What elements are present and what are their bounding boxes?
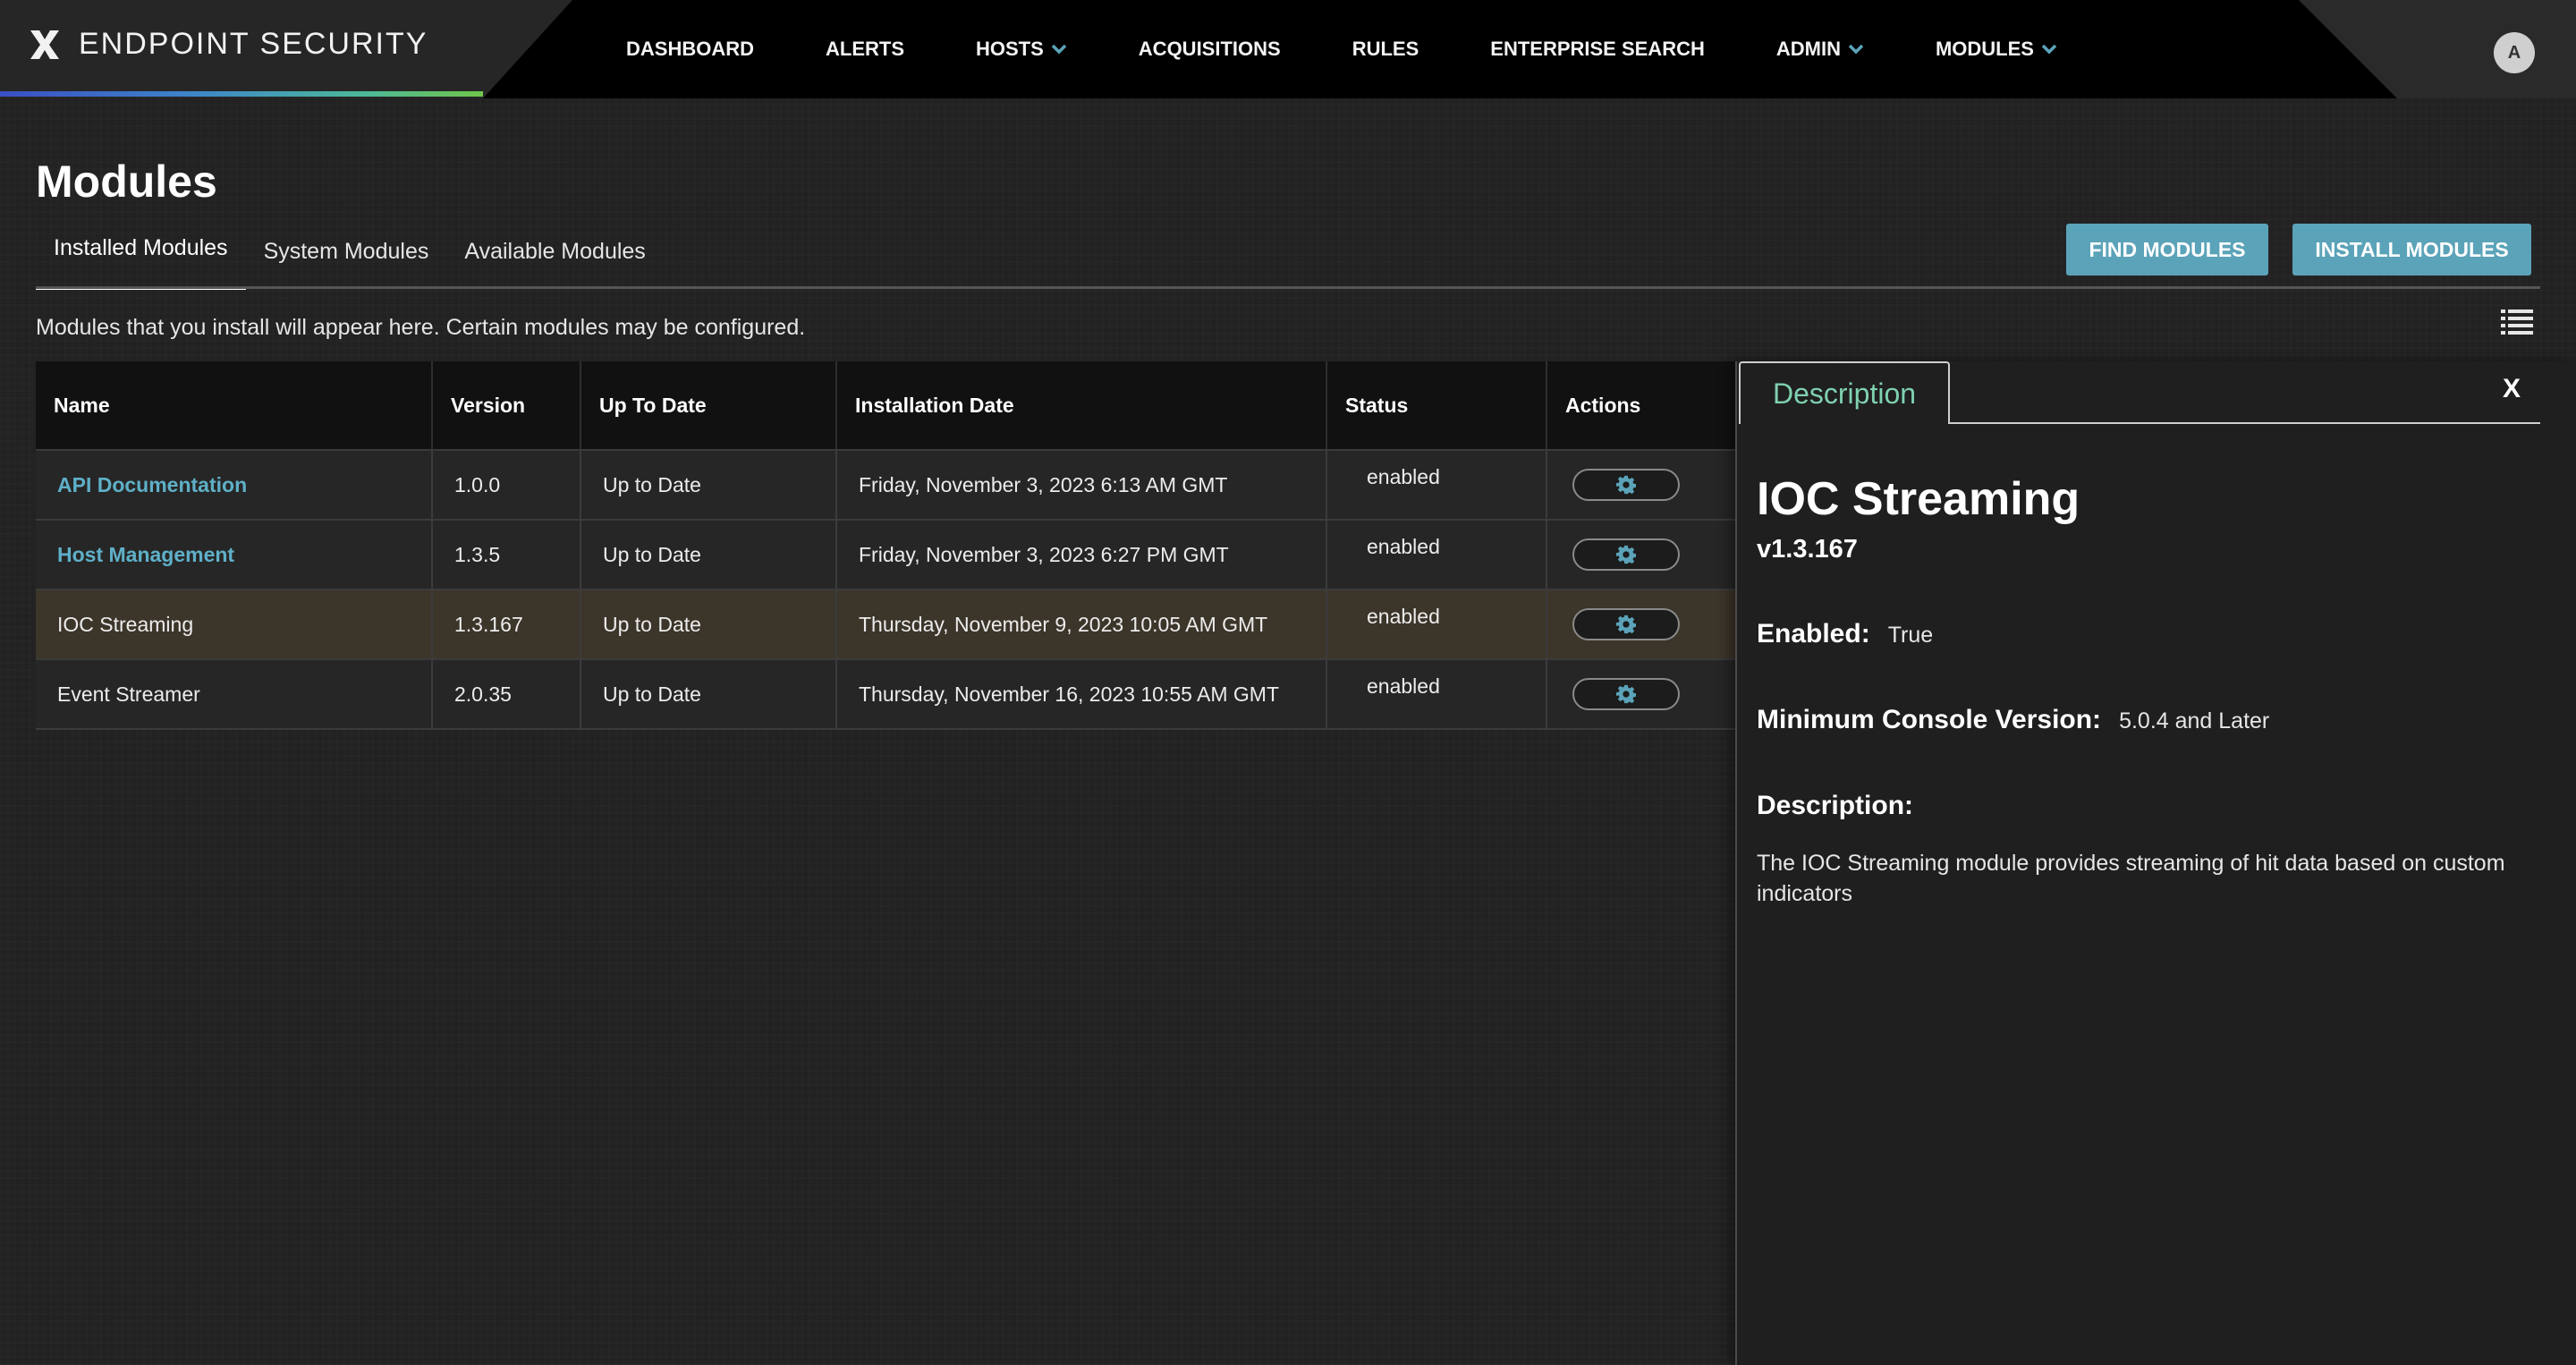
module-version: 1.3.5 [433, 521, 581, 589]
table-row[interactable]: Event Streamer 2.0.35 Up to Date Thursda… [36, 660, 1735, 730]
description-panel: Description X IOC Streaming v1.3.167 Ena… [1735, 361, 2576, 1365]
module-status: enabled [1327, 660, 1547, 728]
module-actions [1547, 590, 1735, 658]
module-installation-date: Thursday, November 9, 2023 10:05 AM GMT [837, 590, 1327, 658]
module-name-link[interactable]: Host Management [36, 521, 433, 589]
module-settings-button[interactable] [1572, 469, 1680, 501]
min-console-version-value: 5.0.4 and Later [2119, 708, 2270, 733]
module-settings-button[interactable] [1572, 538, 1680, 571]
nav-alerts[interactable]: ALERTS [826, 38, 904, 61]
x-logo-icon[interactable] [27, 27, 63, 63]
enabled-value: True [1887, 623, 1934, 648]
nav-modules[interactable]: MODULES [1936, 38, 2057, 61]
brand-title[interactable]: ENDPOINT SECURITY [79, 27, 428, 62]
module-version: 1.3.167 [433, 590, 581, 658]
close-panel-button[interactable]: X [2503, 374, 2521, 404]
min-console-version-field: Minimum Console Version: 5.0.4 and Later [1757, 705, 2269, 735]
tab-installed-modules[interactable]: Installed Modules [36, 235, 246, 290]
nav-label: DASHBOARD [626, 38, 754, 60]
install-modules-button[interactable]: INSTALL MODULES [2292, 224, 2531, 276]
module-actions [1547, 451, 1735, 519]
nav-label: ENTERPRISE SEARCH [1490, 38, 1705, 60]
table-header: Name Version Up To Date Installation Dat… [36, 361, 1735, 451]
module-up-to-date: Up to Date [581, 521, 837, 589]
gear-icon [1616, 684, 1636, 704]
module-settings-button[interactable] [1572, 608, 1680, 640]
column-header-version[interactable]: Version [433, 361, 581, 449]
gear-icon [1616, 475, 1636, 495]
module-status: enabled [1327, 521, 1547, 589]
module-up-to-date: Up to Date [581, 590, 837, 658]
nav-label: ACQUISITIONS [1138, 38, 1281, 60]
module-name[interactable]: IOC Streaming [36, 590, 433, 658]
panel-tab-divider [1950, 422, 2540, 424]
tab-system-modules[interactable]: System Modules [246, 239, 447, 290]
nav-label: MODULES [1935, 38, 2034, 60]
avatar[interactable]: A [2494, 32, 2535, 73]
module-detail-version: v1.3.167 [1757, 535, 1858, 564]
nav-acquisitions[interactable]: ACQUISITIONS [1139, 38, 1281, 61]
module-name-link[interactable]: API Documentation [36, 451, 433, 519]
enabled-label: Enabled: [1757, 619, 1870, 649]
chevron-down-icon [2041, 44, 2057, 55]
description-text: The IOC Streaming module provides stream… [1757, 851, 2505, 906]
module-status: enabled [1327, 590, 1547, 658]
module-installation-date: Thursday, November 16, 2023 10:55 AM GMT [837, 660, 1327, 728]
module-up-to-date: Up to Date [581, 451, 837, 519]
modules-table: Name Version Up To Date Installation Dat… [36, 361, 1735, 730]
column-header-actions: Actions [1565, 393, 1641, 417]
module-status: enabled [1327, 451, 1547, 519]
module-installation-date: Friday, November 3, 2023 6:27 PM GMT [837, 521, 1327, 589]
nav-label: ADMIN [1775, 38, 1841, 60]
find-modules-button[interactable]: FIND MODULES [2066, 224, 2268, 276]
module-actions [1547, 660, 1735, 728]
page-subtitle: Modules that you install will appear her… [36, 315, 806, 340]
gear-icon [1616, 545, 1636, 564]
module-version: 1.0.0 [433, 451, 581, 519]
nav-hosts[interactable]: HOSTS [976, 38, 1067, 61]
tabs-divider [36, 286, 2540, 289]
nav-label: RULES [1352, 38, 1419, 60]
table-row[interactable]: API Documentation 1.0.0 Up to Date Frida… [36, 451, 1735, 521]
brand-gradient-stripe [0, 91, 483, 97]
module-up-to-date: Up to Date [581, 660, 837, 728]
nav-admin[interactable]: ADMIN [1776, 38, 1864, 61]
top-navigation-bar: ENDPOINT SECURITY DASHBOARD ALERTS HOSTS… [0, 0, 2576, 98]
chevron-down-icon [1051, 44, 1067, 55]
module-tabs: Installed Modules System Modules Availab… [36, 225, 664, 290]
column-header-status[interactable]: Status [1327, 361, 1547, 449]
module-settings-button[interactable] [1572, 678, 1680, 710]
module-name[interactable]: Event Streamer [36, 660, 433, 728]
gear-icon [1616, 615, 1636, 634]
enabled-field: Enabled: True [1757, 619, 1933, 649]
list-view-icon[interactable] [2501, 308, 2533, 336]
module-actions [1547, 521, 1735, 589]
page-title: Modules [36, 157, 217, 207]
min-console-version-label: Minimum Console Version: [1757, 705, 2102, 734]
main-nav: DASHBOARD ALERTS HOSTS ACQUISITIONS RULE… [626, 0, 2057, 98]
description-label: Description: [1757, 791, 1914, 820]
column-header-installation-date[interactable]: Installation Date [837, 361, 1327, 449]
nav-label: ALERTS [826, 38, 904, 60]
module-installation-date: Friday, November 3, 2023 6:13 AM GMT [837, 451, 1327, 519]
column-header-name[interactable]: Name [36, 361, 433, 449]
table-row-selected[interactable]: IOC Streaming 1.3.167 Up to Date Thursda… [36, 590, 1735, 660]
nav-enterprise-search[interactable]: ENTERPRISE SEARCH [1490, 38, 1705, 61]
module-version: 2.0.35 [433, 660, 581, 728]
module-detail-title: IOC Streaming [1757, 473, 2080, 525]
chevron-down-icon [1848, 44, 1864, 55]
panel-tab-description[interactable]: Description [1739, 361, 1950, 424]
tab-available-modules[interactable]: Available Modules [446, 239, 663, 290]
nav-rules[interactable]: RULES [1352, 38, 1419, 61]
column-header-up-to-date[interactable]: Up To Date [581, 361, 837, 449]
nav-dashboard[interactable]: DASHBOARD [626, 38, 754, 61]
nav-label: HOSTS [976, 38, 1044, 60]
table-row[interactable]: Host Management 1.3.5 Up to Date Friday,… [36, 521, 1735, 590]
